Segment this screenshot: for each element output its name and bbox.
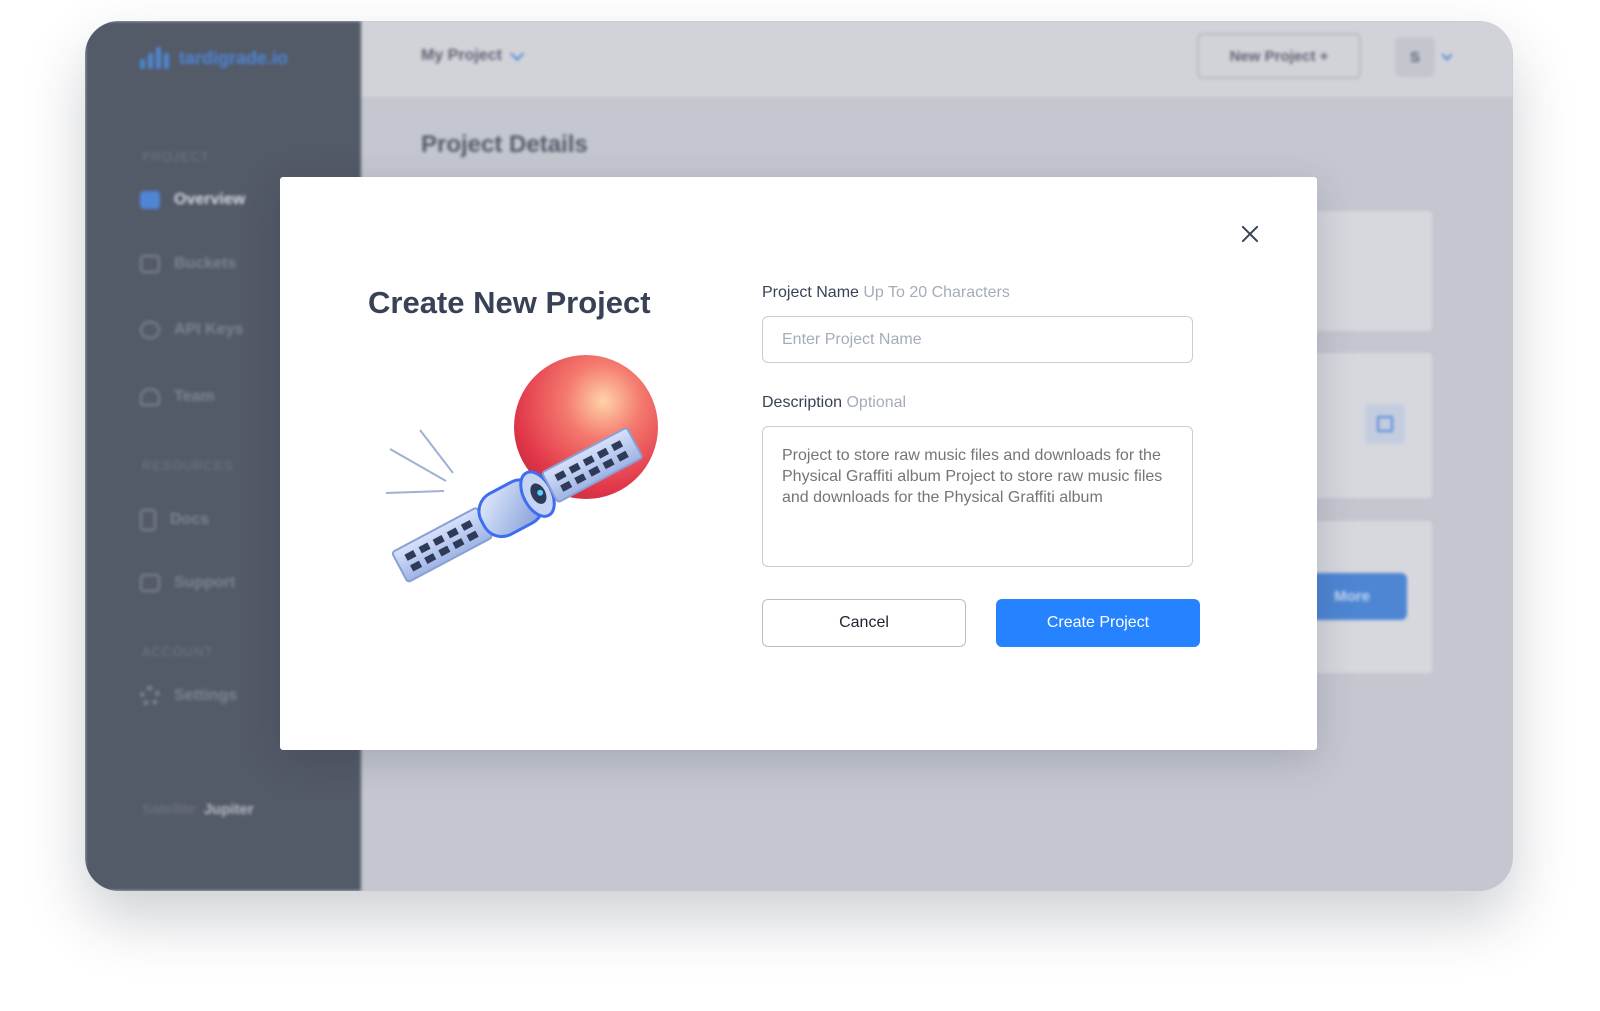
- top-bar: My Project New Project + S: [361, 21, 1513, 97]
- project-name-input[interactable]: [762, 316, 1193, 363]
- bucket-icon: [140, 255, 160, 273]
- sidebar-item-label: Buckets: [174, 255, 237, 272]
- sidebar-item-label: Overview: [174, 191, 246, 208]
- sidebar-item-settings[interactable]: Settings: [140, 686, 237, 706]
- sidebar-item-support[interactable]: Support: [140, 574, 235, 592]
- sidebar-item-buckets[interactable]: Buckets: [140, 255, 236, 273]
- section-account: ACCOUNT: [142, 644, 214, 659]
- description-label: Description Optional: [762, 394, 906, 412]
- sidebar-item-team[interactable]: Team: [140, 388, 215, 406]
- sidebar-item-label: API Keys: [174, 321, 244, 338]
- satellite-indicator[interactable]: Satellite: Jupiter: [142, 801, 254, 818]
- project-name-label: Project Name Up To 20 Characters: [762, 284, 1010, 302]
- project-name-hint: Up To 20 Characters: [863, 284, 1010, 301]
- description-input[interactable]: [762, 426, 1193, 567]
- sidebar-item-docs[interactable]: Docs: [140, 509, 209, 531]
- create-project-modal: Create New Project Project Name Up To 20…: [280, 177, 1317, 750]
- sidebar-item-label: Docs: [170, 511, 210, 528]
- description-hint: Optional: [846, 394, 907, 411]
- cancel-button[interactable]: Cancel: [762, 599, 966, 647]
- folder-icon: [140, 191, 160, 209]
- new-project-button[interactable]: New Project +: [1197, 33, 1361, 79]
- chat-icon: [140, 574, 160, 592]
- section-resources: RESOURCES: [142, 458, 234, 473]
- project-selector[interactable]: My Project: [421, 46, 525, 65]
- satellite-label: Satellite:: [142, 801, 200, 818]
- description-label-text: Description: [762, 394, 843, 411]
- create-project-button[interactable]: Create Project: [996, 599, 1200, 647]
- logo[interactable]: tardigrade.io: [140, 47, 288, 69]
- avatar-chevron-icon[interactable]: [1441, 49, 1453, 61]
- sidebar-item-label: Team: [174, 388, 215, 405]
- chevron-down-icon: [509, 46, 525, 61]
- logo-icon: [140, 47, 169, 69]
- close-icon[interactable]: [1237, 221, 1263, 247]
- section-project: PROJECT: [142, 149, 210, 164]
- sidebar-item-label: Settings: [174, 687, 238, 704]
- sidebar-item-overview[interactable]: Overview: [140, 191, 245, 209]
- sidebar-item-label: Support: [174, 574, 236, 591]
- modal-title: Create New Project: [368, 285, 651, 320]
- edit-button[interactable]: [1365, 404, 1405, 444]
- project-name-label-text: Project Name: [762, 284, 859, 301]
- sidebar-item-api-keys[interactable]: API Keys: [140, 321, 243, 339]
- satellite-value: Jupiter: [203, 801, 254, 818]
- edit-icon: [1377, 416, 1393, 432]
- document-icon: [140, 509, 156, 531]
- gear-icon: [140, 686, 160, 706]
- avatar[interactable]: S: [1395, 37, 1435, 77]
- cloud-key-icon: [140, 321, 160, 339]
- satellite-planet-illustration: [385, 355, 658, 583]
- logo-text: tardigrade.io: [179, 47, 289, 68]
- team-icon: [140, 388, 160, 406]
- page-title: Project Details: [421, 131, 588, 158]
- project-selector-label: My Project: [421, 47, 502, 64]
